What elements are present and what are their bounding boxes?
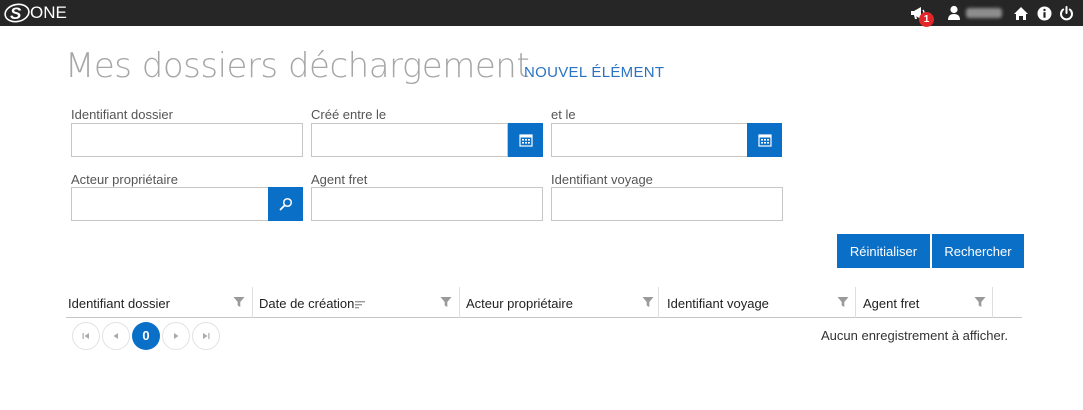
new-item-link[interactable]: NOUVEL ÉLÉMENT	[524, 64, 664, 81]
owner-search-button[interactable]	[268, 187, 303, 221]
prev-page-icon	[113, 333, 118, 339]
page-title: Mes dossiers déchargement	[65, 46, 530, 86]
svg-text:S: S	[10, 4, 22, 23]
logo-mark: S	[4, 3, 30, 23]
column-label-text: Date de création	[259, 296, 355, 311]
pager-first-button[interactable]	[72, 322, 100, 350]
calendar-icon	[518, 134, 533, 147]
column-header-voyage-id[interactable]: Identifiant voyage	[659, 287, 856, 318]
column-label: Agent fret	[863, 296, 920, 311]
pager-next-button[interactable]	[162, 322, 190, 350]
next-page-icon	[174, 333, 179, 339]
search-icon	[279, 197, 292, 211]
column-label: Acteur propriétaire	[466, 296, 573, 311]
owner-input[interactable]	[71, 187, 269, 221]
grid-header: Identifiant dossier Date de création Act…	[66, 287, 1022, 318]
freight-agent-input[interactable]	[311, 187, 543, 221]
dossier-id-label: Identifiant dossier	[71, 107, 173, 122]
info-icon[interactable]	[1034, 3, 1054, 23]
voyage-id-label: Identifiant voyage	[551, 172, 653, 187]
created-to-input[interactable]	[551, 123, 748, 157]
search-button[interactable]: Rechercher	[932, 234, 1024, 268]
home-icon[interactable]	[1011, 3, 1031, 23]
column-header-creation-date[interactable]: Date de création	[253, 287, 460, 318]
user-icon[interactable]	[944, 3, 964, 23]
top-bar: S ONE 1	[0, 0, 1083, 27]
pager-last-button[interactable]	[192, 322, 220, 350]
dossier-id-input[interactable]	[71, 123, 303, 157]
empty-records-message: Aucun enregistrement à afficher.	[821, 328, 1008, 343]
sort-icon[interactable]	[355, 300, 366, 310]
created-to-label: et le	[551, 107, 576, 122]
power-icon[interactable]	[1056, 3, 1076, 23]
created-from-calendar-button[interactable]	[508, 123, 543, 157]
column-header-dossier-id[interactable]: Identifiant dossier	[66, 287, 253, 318]
last-page-icon	[203, 333, 210, 339]
created-to-calendar-button[interactable]	[747, 123, 782, 157]
filter-icon[interactable]	[642, 296, 654, 308]
reset-button[interactable]: Réinitialiser	[837, 234, 930, 268]
column-header-owner[interactable]: Acteur propriétaire	[460, 287, 659, 318]
column-label: Identifiant voyage	[667, 296, 769, 311]
logo-text: ONE	[30, 3, 67, 22]
column-label: Identifiant dossier	[68, 296, 170, 311]
app-logo[interactable]: S ONE	[4, 2, 67, 24]
notification-badge[interactable]: 1	[919, 12, 934, 27]
created-from-label: Créé entre le	[311, 107, 387, 122]
owner-label: Acteur propriétaire	[71, 172, 178, 187]
freight-agent-label: Agent fret	[311, 172, 368, 187]
created-from-input[interactable]	[311, 123, 508, 157]
column-label: Date de création	[259, 296, 366, 311]
username-blurred	[966, 8, 1002, 18]
pager-current-page[interactable]: 0	[132, 322, 160, 350]
filter-icon[interactable]	[974, 296, 986, 308]
filter-icon[interactable]	[440, 296, 452, 308]
filter-icon[interactable]	[837, 296, 849, 308]
voyage-id-input[interactable]	[551, 187, 783, 221]
calendar-icon	[757, 134, 772, 147]
first-page-icon	[82, 333, 89, 339]
pager-prev-button[interactable]	[102, 322, 130, 350]
column-header-freight-agent[interactable]: Agent fret	[856, 287, 993, 318]
filter-icon[interactable]	[233, 296, 245, 308]
